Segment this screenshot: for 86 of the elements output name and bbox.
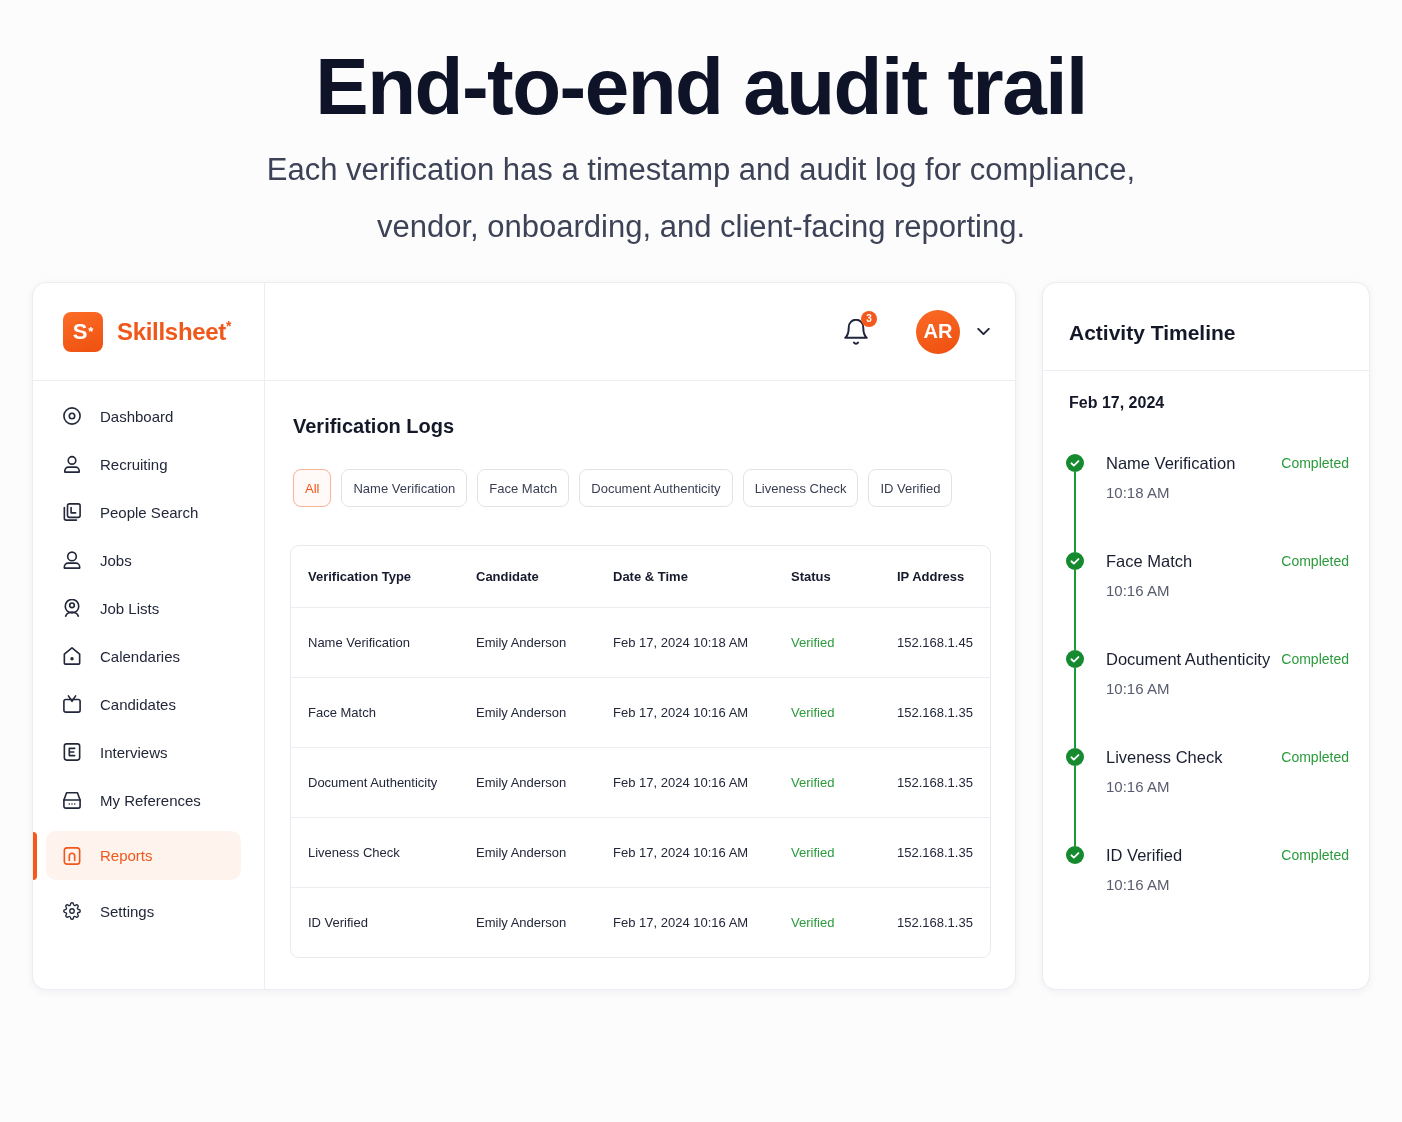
status-text: Completed	[1281, 846, 1349, 864]
notification-badge: 3	[861, 310, 877, 327]
inbox-icon	[63, 791, 81, 809]
home-icon	[63, 647, 81, 665]
panel-title: Activity Timeline	[1069, 320, 1236, 345]
nav-item[interactable]: Jobs	[46, 536, 241, 584]
table-cell: Emily Anderson	[476, 635, 567, 650]
file-icon	[63, 846, 81, 865]
check-circle-icon	[1066, 454, 1084, 472]
status-text: Completed	[1281, 748, 1349, 766]
event-time: 10:18 AM	[1106, 484, 1170, 502]
table-cell: 152.168.1.45	[897, 635, 973, 650]
event-title: Document Authenticity	[1106, 650, 1271, 668]
event-time: 10:16 AM	[1106, 582, 1170, 600]
table-cell: Name Verification	[308, 635, 410, 650]
status-text: Completed	[1281, 454, 1349, 472]
event-title: Name Verification	[1106, 454, 1236, 472]
logo-mark: S$^{*}$	[63, 311, 103, 352]
table-cell: Document Authenticity	[308, 775, 438, 790]
check-circle-icon	[1066, 846, 1084, 864]
column-header: Verification Type	[308, 569, 412, 584]
table-cell: Feb 17, 2024 10:16 AM	[613, 915, 749, 930]
table-cell: ID Verified	[308, 915, 368, 930]
column-header: Date & Time	[613, 569, 688, 584]
active-indicator	[33, 831, 37, 880]
table-cell: Feb 17, 2024 10:16 AM	[613, 705, 749, 720]
nav-item[interactable]: Settings	[46, 887, 241, 935]
circle-dot-icon	[63, 407, 81, 425]
table-cell: Feb 17, 2024 10:16 AM	[613, 845, 749, 860]
event-title: ID Verified	[1106, 846, 1183, 864]
nav-item[interactable]: Job Lists	[46, 584, 241, 632]
column-header: Candidate	[476, 569, 539, 584]
chevron-down-icon[interactable]	[977, 328, 990, 335]
nav-item[interactable]: People Search	[46, 488, 241, 536]
table-cell: Verified	[791, 845, 835, 860]
event-time: 10:16 AM	[1106, 876, 1170, 894]
box-icon	[63, 695, 81, 713]
brand-name: Skillsheet$^{*}$	[117, 317, 232, 346]
nav-item[interactable]: My References	[46, 776, 241, 824]
table-cell: Emily Anderson	[476, 775, 567, 790]
filter-chip[interactable]: Document Authenticity	[579, 469, 733, 507]
document-stack-icon	[63, 503, 81, 521]
filter-chip[interactable]: Liveness Check	[742, 469, 859, 507]
table-cell: Emily Anderson	[476, 845, 567, 860]
nav-item[interactable]: Calendaries	[46, 632, 241, 680]
document-icon	[63, 743, 81, 761]
table-cell: Feb 17, 2024 10:16 AM	[613, 775, 749, 790]
table-cell: 152.168.1.35	[897, 775, 973, 790]
user-icon	[63, 455, 81, 473]
table-cell: Verified	[791, 635, 835, 650]
settings-icon	[63, 902, 81, 920]
nav-item[interactable]: Dashboard	[46, 392, 241, 440]
table-cell: 152.168.1.35	[897, 915, 973, 930]
column-header: Status	[791, 569, 831, 584]
person-icon	[63, 551, 81, 569]
table-cell: Feb 17, 2024 10:18 AM	[613, 635, 749, 650]
table-cell: Emily Anderson	[476, 915, 567, 930]
nav-item[interactable]: Candidates	[46, 680, 241, 728]
table-cell: Face Match	[308, 705, 376, 720]
page-title: End-to-end audit trail	[315, 47, 1087, 127]
nav-item[interactable]: Interviews	[46, 728, 241, 776]
page-subtitle: Each verification has a timestamp and audit log for compliance, vendor, onboarding, and client-facing reporting.	[265, 151, 1137, 246]
table-cell: Verified	[791, 705, 835, 720]
event-time: 10:16 AM	[1106, 778, 1170, 796]
bell-icon[interactable]	[844, 318, 868, 345]
filter-chip[interactable]: Name Verification	[341, 469, 468, 507]
table-cell: 152.168.1.35	[897, 705, 973, 720]
table-cell: Emily Anderson	[476, 705, 567, 720]
date-heading: Feb 17, 2024	[1069, 393, 1165, 413]
table-cell: Liveness Check	[308, 845, 400, 860]
event-title: Liveness Check	[1106, 748, 1223, 766]
check-circle-icon	[1066, 650, 1084, 668]
status-text: Completed	[1281, 552, 1349, 570]
table-cell: 152.168.1.35	[897, 845, 973, 860]
status-text: Completed	[1281, 650, 1349, 668]
event-time: 10:16 AM	[1106, 680, 1170, 698]
event-title: Face Match	[1106, 552, 1193, 570]
column-header: IP Address	[897, 569, 965, 584]
filter-chip[interactable]: Face Match	[477, 469, 570, 507]
table-cell: Verified	[791, 915, 835, 930]
check-circle-icon	[1066, 748, 1084, 766]
filter-chip[interactable]: ID Verified	[868, 469, 953, 507]
section-title: Verification Logs	[293, 414, 455, 438]
table-cell: Verified	[791, 775, 835, 790]
nav-item[interactable]: Recruiting	[46, 440, 241, 488]
check-circle-icon	[1066, 552, 1084, 570]
